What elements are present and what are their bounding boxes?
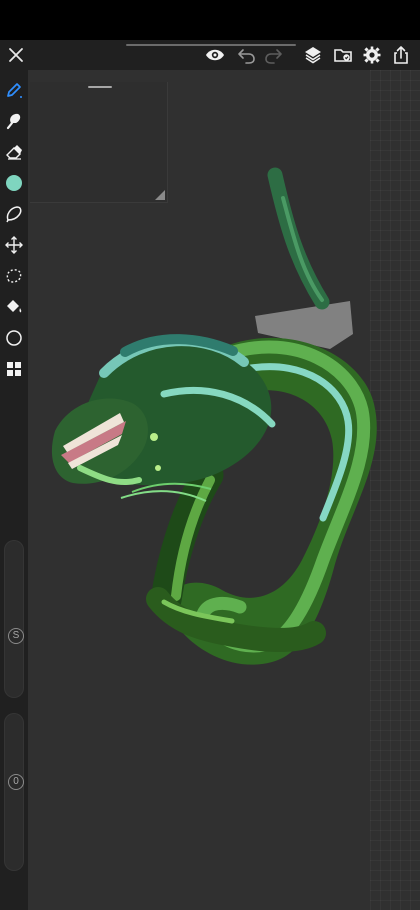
eraser-tool-button[interactable] <box>2 140 26 164</box>
shape-tool-button[interactable] <box>2 326 26 350</box>
layers-icon <box>303 45 323 65</box>
settings-button[interactable] <box>359 42 385 68</box>
redo-button[interactable] <box>260 42 286 68</box>
app-screen: S 0 <box>0 0 420 910</box>
share-icon <box>391 45 411 65</box>
brush-tool-button[interactable] <box>2 109 26 133</box>
transform-icon <box>5 236 23 254</box>
redo-icon <box>263 45 283 65</box>
pen-tool-button[interactable] <box>2 78 26 102</box>
resize-handle[interactable] <box>153 188 167 202</box>
lasso-icon <box>5 205 23 223</box>
fill-bucket-icon <box>5 298 23 316</box>
visibility-button[interactable] <box>202 42 228 68</box>
selection-icon <box>5 267 23 285</box>
lasso-fill-tool-button[interactable] <box>2 202 26 226</box>
brush-size-handle[interactable]: S <box>8 628 24 644</box>
layers-button[interactable] <box>300 42 326 68</box>
fill-tool-button[interactable] <box>2 295 26 319</box>
selection-tool-button[interactable] <box>2 264 26 288</box>
transform-tool-button[interactable] <box>2 233 26 257</box>
share-button[interactable] <box>388 42 414 68</box>
grid-tool-button[interactable] <box>2 357 26 381</box>
gear-icon <box>362 45 382 65</box>
eraser-icon <box>5 143 23 161</box>
brush-size-slider[interactable]: S <box>4 540 24 698</box>
canvas-grid <box>370 70 420 910</box>
brush-icon <box>5 112 23 130</box>
top-toolbar <box>0 40 420 70</box>
ellipse-icon <box>5 329 23 347</box>
reference-panel[interactable] <box>30 82 168 203</box>
status-bar <box>0 0 420 40</box>
color-swatch <box>5 174 23 192</box>
pen-icon <box>5 81 23 99</box>
color-button[interactable] <box>2 171 26 195</box>
tool-sidebar: S 0 <box>0 70 28 910</box>
opacity-slider[interactable]: 0 <box>4 713 24 871</box>
undo-button[interactable] <box>234 42 260 68</box>
eye-icon <box>205 45 225 65</box>
panel-drag-handle[interactable] <box>88 86 112 88</box>
undo-icon <box>237 45 257 65</box>
close-button[interactable] <box>3 42 29 68</box>
folder-icon <box>333 45 353 65</box>
gallery-button[interactable] <box>330 42 356 68</box>
opacity-handle[interactable]: 0 <box>8 774 24 790</box>
close-icon <box>6 45 26 65</box>
grid-icon <box>5 360 23 378</box>
